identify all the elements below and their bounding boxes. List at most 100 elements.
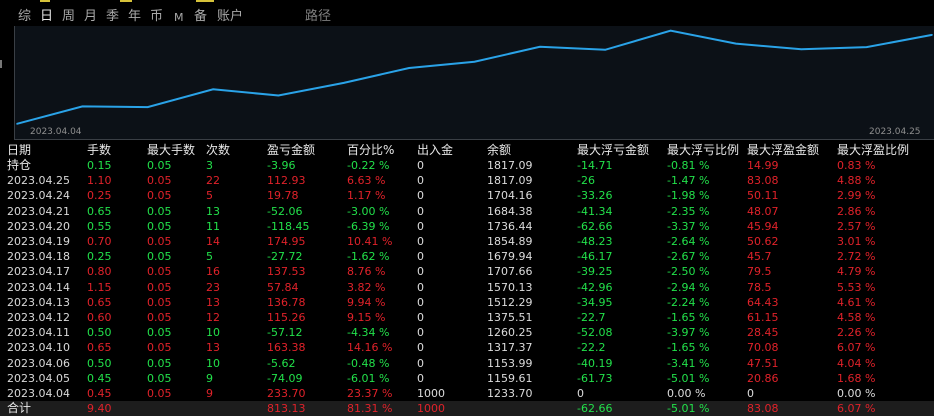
equity-point <box>342 82 345 84</box>
table-cell: 2023.04.19 <box>7 235 70 248</box>
table-header-row: 日期 手数 最大手数 次数 盈亏金额 百分比% 出入金 余额 最大浮亏金额 最大浮亏比例 最大浮盈金… <box>0 143 934 158</box>
table-cell: 22 <box>206 174 220 188</box>
table-cell: 0.05 <box>147 280 172 294</box>
table-row[interactable]: 2023.04.04 0.45 0.05 9 233.70 23.37 % 1000 1233… <box>0 386 934 401</box>
table-cell: 0 <box>417 235 424 248</box>
table-cell: 0.05 <box>147 371 172 385</box>
table-cell: 13 <box>206 341 220 355</box>
tab-account[interactable]: 账户 <box>217 8 243 26</box>
table-cell: 0 <box>417 311 424 324</box>
chart-end-date: 2023.04.25 <box>869 127 921 137</box>
summary-row[interactable]: 合计 9.40 813.13 81.31 % 1000 -62.66 -5.01 % 83.0… <box>0 401 934 416</box>
table-cell: 8.76 % <box>347 265 386 279</box>
open-position-row[interactable]: 持仓 0.15 0.05 3 -3.96 -0.22 % 0 1817.09 -14.71 -0.… <box>0 158 934 173</box>
table-cell: 2.57 % <box>837 219 876 233</box>
column-header[interactable]: 百分比% <box>347 143 394 158</box>
table-cell: 0.05 <box>147 356 172 370</box>
table-row[interactable]: 2023.04.21 0.65 0.05 13 -52.06 -3.00 % 0 1684.3… <box>0 204 934 219</box>
tab-week[interactable]: 周 <box>62 8 75 26</box>
table-cell: 0.25 <box>87 189 112 203</box>
table-cell: 0.00 % <box>837 387 876 400</box>
table-cell: 0.65 <box>87 295 112 309</box>
table-cell: 1.15 <box>87 280 112 294</box>
table-cell: 14.16 % <box>347 341 393 355</box>
table-cell: 81.31 % <box>347 402 393 416</box>
tab-path[interactable]: 路径 <box>305 8 331 26</box>
table-cell: 2023.04.25 <box>7 174 70 188</box>
column-header[interactable]: 最大浮盈金额 <box>747 143 819 158</box>
table-cell: 1000 <box>417 387 445 400</box>
table-cell: -1.65 % <box>667 341 710 355</box>
table-cell: 6.63 % <box>347 174 386 188</box>
table-cell: 83.08 <box>747 174 779 188</box>
table-cell: 0 <box>417 219 424 233</box>
tab-day[interactable]: 日 <box>40 8 53 26</box>
column-header[interactable]: 次数 <box>206 143 230 158</box>
table-cell: 0 <box>417 295 424 309</box>
table-cell: 0.45 <box>87 387 112 400</box>
table-cell: 10 <box>206 326 220 340</box>
tab-year[interactable]: 年 <box>128 8 141 26</box>
table-cell: 13 <box>206 295 220 309</box>
column-header[interactable]: 最大浮盈比例 <box>837 143 909 158</box>
table-cell: 0.50 <box>87 356 112 370</box>
table-row[interactable]: 2023.04.18 0.25 0.05 5 -27.72 -1.62 % 0 1679.94… <box>0 249 934 264</box>
table-cell: 1317.37 <box>487 341 533 355</box>
table-cell: -6.01 % <box>347 371 390 385</box>
table-cell: -52.06 <box>267 204 303 218</box>
table-cell: 57.84 <box>267 280 299 294</box>
table-cell: 10 <box>206 356 220 370</box>
table-cell: 1570.13 <box>487 280 533 294</box>
table-row[interactable]: 2023.04.14 1.15 0.05 23 57.84 3.82 % 0 1570.13 -… <box>0 280 934 295</box>
table-cell: 2023.04.24 <box>7 189 70 203</box>
table-cell: 1.10 <box>87 174 112 188</box>
table-cell: -1.98 % <box>667 189 710 203</box>
tab-note[interactable]: 备 <box>194 8 207 26</box>
column-header[interactable]: 日期 <box>7 143 31 158</box>
table-row[interactable]: 2023.04.20 0.55 0.05 11 -118.45 -6.39 % 0 1736.… <box>0 219 934 234</box>
table-row[interactable]: 2023.04.12 0.60 0.05 12 115.26 9.15 % 0 1375.51… <box>0 310 934 325</box>
column-header[interactable]: 出入金 <box>417 143 453 158</box>
column-header[interactable]: 手数 <box>87 143 111 158</box>
column-header[interactable]: 盈亏金额 <box>267 143 315 158</box>
table-row[interactable]: 2023.04.11 0.50 0.05 10 -57.12 -4.34 % 0 1260.2… <box>0 325 934 340</box>
tab-summary[interactable]: 综 <box>18 8 31 26</box>
column-header[interactable]: 余额 <box>487 143 511 158</box>
table-cell: 2.86 % <box>837 204 876 218</box>
table-cell: 16 <box>206 265 220 279</box>
table-cell: -34.95 <box>577 295 613 309</box>
tab-currency[interactable]: 币 <box>150 8 163 26</box>
table-cell: -48.23 <box>577 235 613 248</box>
table-cell: 4.04 % <box>837 356 876 370</box>
table-cell: -3.96 <box>267 159 296 172</box>
table-cell: 79.5 <box>747 265 772 279</box>
tab-month[interactable]: 月 <box>84 8 97 26</box>
table-row[interactable]: 2023.04.19 0.70 0.05 14 174.95 10.41 % 0 1854.8… <box>0 234 934 249</box>
table-cell: 1684.38 <box>487 204 533 218</box>
table-row[interactable]: 2023.04.25 1.10 0.05 22 112.93 6.63 % 0 1817.09… <box>0 173 934 188</box>
table-cell: -5.01 % <box>667 402 710 416</box>
table-cell: 合计 <box>7 401 32 416</box>
column-header[interactable]: 最大浮亏金额 <box>577 143 649 158</box>
equity-point <box>604 48 607 51</box>
table-cell: 1707.66 <box>487 265 533 279</box>
column-header[interactable]: 最大浮亏比例 <box>667 143 739 158</box>
table-cell: 23.37 % <box>347 387 393 400</box>
table-cell: 19.78 <box>267 189 299 203</box>
table-row[interactable]: 2023.04.24 0.25 0.05 5 19.78 1.17 % 0 1704.16 -3… <box>0 188 934 203</box>
tab-m[interactable]: M <box>174 9 184 27</box>
table-row[interactable]: 2023.04.06 0.50 0.05 10 -5.62 -0.48 % 0 1153.99… <box>0 356 934 371</box>
table-cell: 0 <box>417 204 424 218</box>
table-cell: 2023.04.04 <box>7 387 70 400</box>
table-cell: 4.61 % <box>837 295 876 309</box>
table-cell: -118.45 <box>267 219 310 233</box>
table-row[interactable]: 2023.04.05 0.45 0.05 9 -74.09 -6.01 % 0 1159.61… <box>0 371 934 386</box>
table-cell: 2023.04.21 <box>7 204 70 218</box>
table-row[interactable]: 2023.04.10 0.65 0.05 13 163.38 14.16 % 0 1317.3… <box>0 340 934 355</box>
table-row[interactable]: 2023.04.13 0.65 0.05 13 136.78 9.94 % 0 1512.29… <box>0 295 934 310</box>
tab-quarter[interactable]: 季 <box>106 8 119 26</box>
table-cell: 13 <box>206 204 220 218</box>
column-header[interactable]: 最大手数 <box>147 143 195 158</box>
table-row[interactable]: 2023.04.17 0.80 0.05 16 137.53 8.76 % 0 1707.66… <box>0 264 934 279</box>
table-cell: 0.65 <box>87 341 112 355</box>
